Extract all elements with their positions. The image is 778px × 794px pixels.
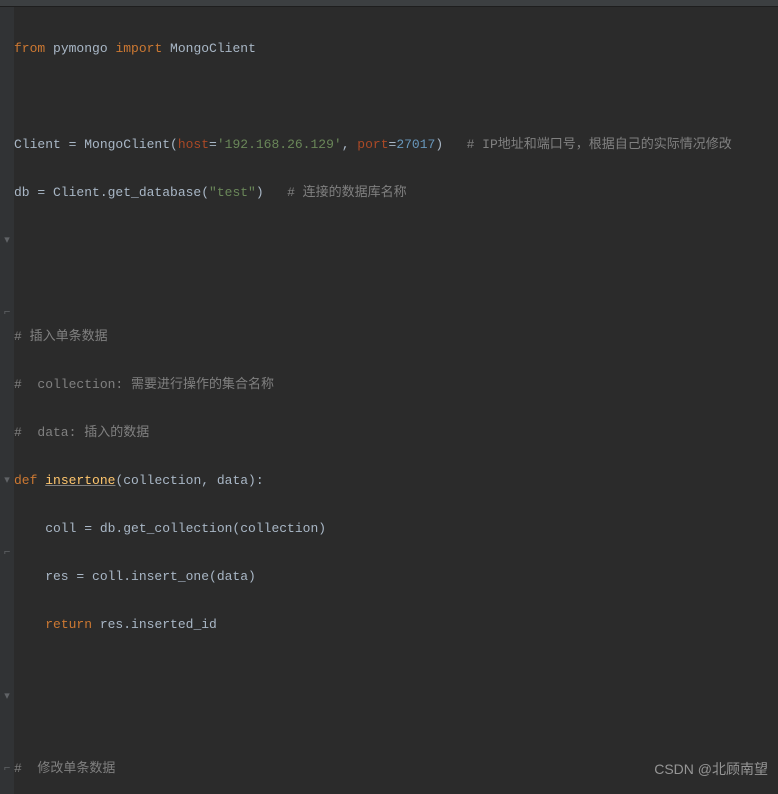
code-line[interactable]: db = Client.get_database("test") # 连接的数据… [14, 181, 778, 205]
code-line[interactable]: # data: 插入的数据 [14, 421, 778, 445]
code-line[interactable]: # 插入单条数据 [14, 325, 778, 349]
code-line[interactable]: coll = db.get_collection(collection) [14, 517, 778, 541]
code-line[interactable] [14, 277, 778, 301]
code-line[interactable]: Client = MongoClient(host='192.168.26.12… [14, 133, 778, 157]
fold-down-icon[interactable]: ▾ [0, 229, 14, 253]
code-area[interactable]: from pymongo import MongoClient Client =… [14, 7, 778, 794]
fold-down-icon[interactable]: ▾ [0, 469, 14, 493]
code-line[interactable] [14, 229, 778, 253]
function-def-insertone: insertone [45, 473, 115, 488]
fold-end-icon: ⌐ [0, 301, 14, 325]
editor-gutter[interactable]: ▾ ⌐ ▾ ⌐ ▾ ⌐ [0, 7, 14, 794]
code-line[interactable] [14, 661, 778, 685]
editor-tab-bar[interactable] [0, 0, 778, 7]
code-line[interactable]: res = coll.insert_one(data) [14, 565, 778, 589]
code-line[interactable]: return res.inserted_id [14, 613, 778, 637]
code-line[interactable]: # collection: 需要进行操作的集合名称 [14, 373, 778, 397]
fold-end-icon: ⌐ [0, 541, 14, 565]
code-line[interactable] [14, 709, 778, 733]
code-line[interactable]: def insertone(collection, data): [14, 469, 778, 493]
fold-down-icon[interactable]: ▾ [0, 685, 14, 709]
code-editor: ▾ ⌐ ▾ ⌐ ▾ ⌐ from pymongo import MongoCli… [0, 7, 778, 794]
code-line[interactable] [14, 85, 778, 109]
code-line[interactable]: # 修改单条数据 [14, 757, 778, 781]
code-line[interactable]: from pymongo import MongoClient [14, 37, 778, 61]
fold-end-icon: ⌐ [0, 757, 14, 781]
